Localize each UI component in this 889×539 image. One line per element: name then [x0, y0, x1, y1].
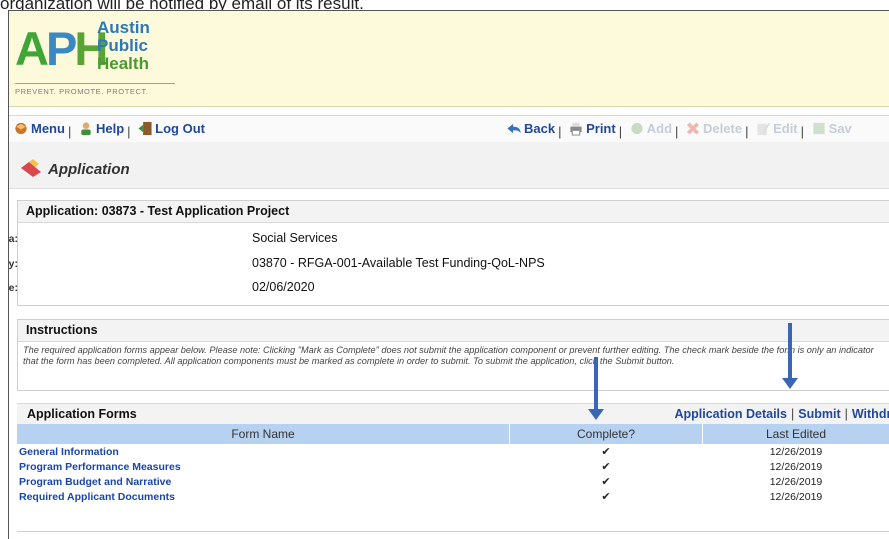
table-row: Required Applicant Documents ✔ 12/26/201… [17, 489, 889, 504]
logo-rule [15, 83, 175, 84]
withdraw-link[interactable]: Withdraw [852, 407, 889, 421]
add-icon [629, 121, 645, 136]
instructions-panel: Instructions The required application fo… [17, 319, 889, 391]
check-icon: ✔ [510, 444, 703, 459]
back-icon [506, 121, 522, 136]
help-button[interactable]: Help [78, 121, 124, 136]
site-header: APH Austin Public Health PREVENT. PROMOT… [9, 11, 889, 107]
forms-links: Application Details|Submit|Withdraw [674, 407, 889, 421]
browser-page: APH Austin Public Health PREVENT. PROMOT… [8, 10, 889, 539]
deadline-label: Application Deadline: [8, 282, 18, 294]
back-button[interactable]: Back [506, 121, 555, 136]
table-row: Program Budget and Narrative ✔ 12/26/201… [17, 474, 889, 489]
program-area-value: Social Services [252, 231, 337, 245]
col-last-edited: Last Edited [703, 424, 889, 444]
program-area-label: Program Area: [8, 233, 18, 245]
table-row: Program Performance Measures ✔ 12/26/201… [17, 459, 889, 474]
logo-letters: APH [15, 25, 105, 72]
add-button[interactable]: Add [629, 121, 672, 136]
delete-button[interactable]: Delete [685, 121, 742, 136]
menu-icon [13, 121, 29, 136]
last-edited: 12/26/2019 [703, 459, 889, 474]
table-row: General Information ✔ 12/26/2019 [17, 444, 889, 459]
print-button[interactable]: Print [568, 121, 616, 136]
application-icon [19, 158, 43, 178]
forms-header-bar: Application Forms Application Details|Su… [17, 403, 889, 424]
print-icon [568, 121, 584, 136]
toolbar-right: Back | Print | Add | Delete | Edit | Sav [506, 121, 852, 139]
page-title-bar: Application [9, 142, 889, 189]
last-edited: 12/26/2019 [703, 474, 889, 489]
check-icon: ✔ [510, 459, 703, 474]
form-link[interactable]: Required Applicant Documents [17, 489, 510, 504]
check-icon: ✔ [510, 489, 703, 504]
opportunity-value: 03870 - RFGA-001-Available Test Funding-… [252, 256, 545, 270]
logo-tagline: PREVENT. PROMOTE. PROTECT. [15, 87, 149, 96]
logout-icon [137, 121, 153, 136]
application-details-link[interactable]: Application Details [674, 407, 787, 421]
save-icon [811, 121, 827, 136]
page-title: Application [48, 161, 130, 178]
col-form-name: Form Name [17, 424, 510, 444]
instructions-text: The required application forms appear be… [18, 342, 889, 370]
opportunity-label: Opportunity: [8, 258, 18, 270]
menu-button[interactable]: Menu [13, 121, 65, 136]
annotation-arrow-submit [788, 323, 792, 379]
forms-header: Application Forms [27, 407, 137, 421]
edit-icon [755, 121, 771, 136]
annotation-arrow-complete [594, 357, 598, 410]
instructions-header: Instructions [18, 320, 889, 342]
last-edited: 12/26/2019 [703, 489, 889, 504]
application-forms-panel: Application Forms Application Details|Su… [17, 403, 889, 532]
form-link[interactable]: Program Budget and Narrative [17, 474, 510, 489]
edit-button[interactable]: Edit [755, 121, 798, 136]
save-button[interactable]: Sav [811, 121, 852, 136]
toolbar-left: Menu | Help | Log Out [13, 121, 205, 139]
help-icon [78, 121, 94, 136]
last-edited: 12/26/2019 [703, 444, 889, 459]
forms-table: Form Name Complete? Last Edited General … [17, 424, 889, 504]
delete-icon [685, 121, 701, 136]
logout-button[interactable]: Log Out [137, 121, 205, 136]
submit-link[interactable]: Submit [798, 407, 840, 421]
form-link[interactable]: Program Performance Measures [17, 459, 510, 474]
check-icon: ✔ [510, 474, 703, 489]
form-link[interactable]: General Information [17, 444, 510, 459]
toolbar: Menu | Help | Log Out Back | Print | Ad [9, 115, 889, 143]
application-info-panel: Application: 03873 - Test Application Pr… [17, 200, 889, 306]
logo-name: Austin Public Health [97, 19, 150, 73]
application-header: Application: 03873 - Test Application Pr… [18, 201, 889, 223]
col-complete: Complete? [510, 424, 703, 444]
deadline-value: 02/06/2020 [252, 280, 315, 294]
